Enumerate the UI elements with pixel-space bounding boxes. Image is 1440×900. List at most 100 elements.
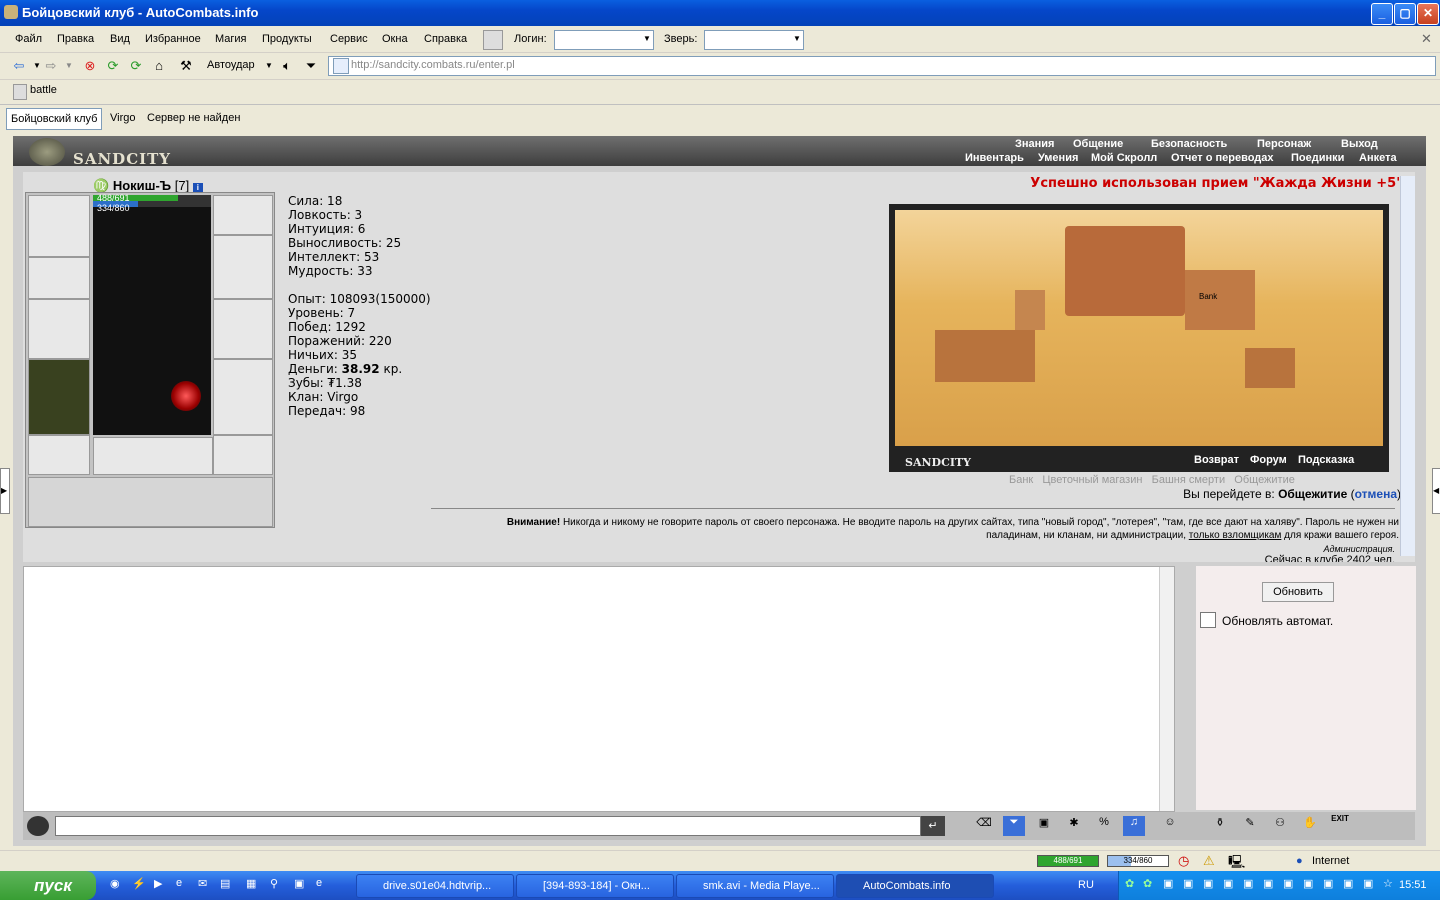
nav-skills[interactable]: Умения	[1038, 152, 1078, 164]
quicklaunch-paint-icon[interactable]: ▣	[294, 877, 304, 890]
left-arrow-icon[interactable]: ▶	[0, 468, 10, 514]
menu-help[interactable]: Справка	[424, 33, 467, 45]
menu-favorites[interactable]: Избранное	[145, 33, 201, 45]
place-bank[interactable]: Банк	[1009, 474, 1033, 486]
bank-building[interactable]: Bank	[1185, 270, 1255, 330]
menu-service[interactable]: Сервис	[330, 33, 368, 45]
nav-profile[interactable]: Анкета	[1359, 152, 1397, 164]
quicklaunch-disk-icon[interactable]: ▤	[220, 877, 230, 890]
nav-duels[interactable]: Поединки	[1291, 152, 1344, 164]
close-menu-icon[interactable]: ✕	[1421, 31, 1432, 47]
tray-app-icon[interactable]: ▣	[1263, 877, 1273, 890]
quicklaunch-ie-icon[interactable]: e	[316, 877, 322, 889]
back-icon[interactable]: ⇦	[10, 57, 28, 75]
brb-icon[interactable]	[483, 30, 503, 50]
minimize-button[interactable]: _	[1371, 3, 1393, 25]
content-scrollbar[interactable]	[1400, 176, 1415, 556]
eraser-icon[interactable]: ⌫	[973, 816, 995, 836]
nav-character[interactable]: Персонаж	[1257, 138, 1311, 150]
place-flower-shop[interactable]: Цветочный магазин	[1042, 474, 1142, 486]
chat-log[interactable]	[23, 566, 1175, 812]
nav-knowledge[interactable]: Знания	[1015, 138, 1054, 150]
dormitory-building[interactable]	[1245, 348, 1295, 388]
tray-app-icon[interactable]: ▣	[1343, 877, 1353, 890]
nav-exit[interactable]: Выход	[1341, 138, 1378, 150]
pants-slot[interactable]	[213, 359, 273, 435]
nav-transfer-report[interactable]: Отчет о переводах	[1171, 152, 1274, 164]
tab-fight-club[interactable]: Бойцовский клуб	[6, 108, 103, 130]
weapon-left-slot[interactable]	[28, 299, 90, 359]
send-icon[interactable]: ↵	[921, 816, 945, 836]
warning-link[interactable]: только взломщикам	[1189, 530, 1282, 541]
tray-app-icon[interactable]: ▣	[1163, 877, 1173, 890]
map-image[interactable]: Bank	[895, 210, 1383, 446]
tray-app-icon[interactable]: ▣	[1363, 877, 1373, 890]
task-media-player[interactable]: smk.avi - Media Playe...	[676, 874, 834, 898]
chevron-down-icon[interactable]: ▼	[60, 57, 78, 75]
auto-refresh-checkbox[interactable]	[1200, 612, 1216, 628]
fighter-icon[interactable]: ✱	[1063, 816, 1085, 836]
place-dormitory[interactable]: Общежитие	[1234, 474, 1295, 486]
stop-icon[interactable]: ⊗	[81, 57, 99, 75]
tray-app-icon[interactable]: ▣	[1203, 877, 1213, 890]
scroll-icon[interactable]: ✎	[1239, 816, 1261, 836]
tab-server-not-found[interactable]: Сервер не найден	[143, 108, 244, 128]
home-icon[interactable]: ⌂	[150, 57, 168, 75]
quicklaunch-search-icon[interactable]: ⚲	[270, 877, 278, 890]
tab-virgo[interactable]: Virgo	[106, 108, 139, 128]
filter-icon[interactable]: ⏷	[302, 57, 320, 75]
flower-shop-building[interactable]	[935, 330, 1035, 382]
bracers-slot[interactable]	[28, 257, 90, 299]
smiley-icon[interactable]: ☺	[1159, 816, 1181, 836]
task-chat-window[interactable]: [394-893-184] - Окн...	[516, 874, 674, 898]
map-return-link[interactable]: Возврат	[1194, 454, 1239, 466]
tray-app-icon[interactable]: ▣	[1303, 877, 1313, 890]
map-help-link[interactable]: Подсказка	[1298, 454, 1354, 466]
link-battle[interactable]: battle	[30, 84, 57, 96]
quicklaunch-media-icon[interactable]: ▶	[154, 877, 162, 890]
maximize-button[interactable]: ▢	[1394, 3, 1416, 25]
forward-icon[interactable]: ⇨	[42, 57, 60, 75]
login-select[interactable]: ▼	[554, 30, 654, 50]
percent-icon[interactable]: %	[1093, 816, 1115, 836]
tray-app-icon[interactable]: ▣	[1323, 877, 1333, 890]
chevron-down-icon[interactable]: ▼	[260, 57, 278, 75]
group-icon[interactable]: ⚇	[1269, 816, 1291, 836]
goto-cancel-link[interactable]: отмена	[1355, 487, 1397, 501]
language-indicator[interactable]: RU	[1078, 879, 1094, 891]
helmet-slot[interactable]	[213, 195, 273, 235]
task-drive[interactable]: drive.s01e04.hdtvrip...	[356, 874, 514, 898]
tray-app-icon[interactable]: ▣	[1243, 877, 1253, 890]
map-forum-link[interactable]: Форум	[1250, 454, 1287, 466]
warning-icon[interactable]: ⚠	[1203, 853, 1215, 869]
menu-products[interactable]: Продукты	[262, 33, 312, 45]
save-icon[interactable]: ▣	[1033, 816, 1055, 836]
clock-icon[interactable]: ◷	[1178, 853, 1189, 869]
bag-icon[interactable]: ⚱	[1209, 816, 1231, 836]
nav-my-scroll[interactable]: Мой Скролл	[1091, 152, 1157, 164]
tray-star-icon[interactable]: ☆	[1383, 877, 1393, 890]
nav-security[interactable]: Безопасность	[1151, 138, 1227, 150]
menu-file[interactable]: Файл	[15, 33, 42, 45]
quicklaunch-browser-icon[interactable]: e	[176, 877, 182, 889]
rings-slot[interactable]	[93, 437, 213, 475]
refresh-all-icon[interactable]: ⟳	[127, 57, 145, 75]
quicklaunch-app-icon[interactable]: ⚡	[132, 877, 146, 890]
tray-app-icon[interactable]: ▣	[1183, 877, 1193, 890]
tray-app-icon[interactable]: ▣	[1223, 877, 1233, 890]
tools-icon[interactable]: ⚒	[177, 57, 195, 75]
quicklaunch-mail-icon[interactable]: ✉	[198, 877, 207, 890]
boots-slot[interactable]	[213, 435, 273, 475]
chat-scrollbar[interactable]	[1159, 567, 1174, 811]
close-button[interactable]: ✕	[1417, 3, 1439, 25]
tray-flower-icon[interactable]: ✿	[1125, 877, 1134, 890]
gloves-slot[interactable]	[213, 235, 273, 299]
clock[interactable]: 15:51	[1399, 879, 1427, 891]
refresh-button[interactable]: Обновить	[1262, 582, 1334, 602]
chat-head-icon[interactable]	[27, 816, 49, 836]
exit-icon[interactable]: EXIT	[1329, 814, 1351, 836]
right-arrow-icon[interactable]: ◀	[1432, 468, 1440, 514]
task-autocombats[interactable]: AutoCombats.info	[836, 874, 994, 898]
menu-edit[interactable]: Правка	[57, 33, 94, 45]
place-death-tower[interactable]: Башня смерти	[1152, 474, 1226, 486]
